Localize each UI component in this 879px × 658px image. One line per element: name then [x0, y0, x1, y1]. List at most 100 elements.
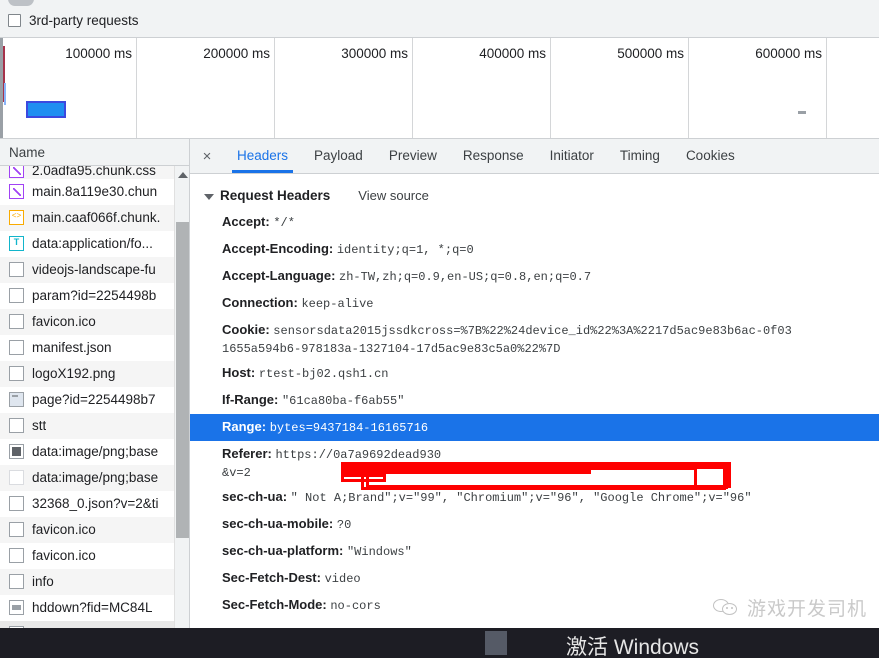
list-item[interactable]: videojs-landscape-fu: [0, 257, 189, 283]
close-icon[interactable]: ×: [190, 139, 224, 173]
chevron-down-icon[interactable]: [204, 193, 214, 200]
header-value-continuation: 1655a594b6-978183a-1327104-17d5ac9e83c5a…: [222, 342, 561, 356]
devtools-network-panel: l, inv, img, m, font, doc, ws, wasm, man…: [0, 0, 879, 658]
list-item[interactable]: data:image/png;base: [0, 465, 189, 491]
list-item[interactable]: hddown?fid=MC84L: [0, 595, 189, 621]
taskbar-item: [485, 631, 507, 655]
headers-scroll-area[interactable]: Request Headers View source Accept: */* …: [190, 174, 879, 658]
header-row[interactable]: Accept-Language: zh-TW,zh;q=0.9,en-US;q=…: [190, 263, 879, 290]
request-list-header[interactable]: Name: [0, 139, 189, 166]
third-party-label: 3rd-party requests: [29, 13, 139, 28]
header-key: Connection:: [222, 295, 298, 310]
timeline-tick: 500000 ms: [551, 38, 689, 138]
header-value: "61ca80ba-f6ab55": [281, 394, 405, 408]
header-value-continuation: &v=2: [222, 466, 251, 480]
request-name: page?id=2254498b7: [32, 392, 156, 407]
script-icon: <>: [9, 210, 24, 225]
request-name: favicon.ico: [32, 522, 96, 537]
request-type-toggle[interactable]: [8, 0, 34, 6]
list-item[interactable]: page?id=2254498b7: [0, 387, 189, 413]
list-item[interactable]: <> main.caaf066f.chunk.: [0, 205, 189, 231]
header-value-tail: 0a7a9692dead930: [333, 448, 442, 462]
tab-preview[interactable]: Preview: [376, 139, 450, 173]
tab-payload[interactable]: Payload: [301, 139, 376, 173]
timeline-tick-label: 200000 ms: [203, 46, 270, 61]
header-row[interactable]: If-Range: "61ca80ba-f6ab55": [190, 387, 879, 414]
tab-initiator[interactable]: Initiator: [537, 139, 607, 173]
generic-icon: [9, 366, 24, 381]
request-name: param?id=2254498b: [32, 288, 157, 303]
list-item[interactable]: manifest.json: [0, 335, 189, 361]
header-row[interactable]: Accept: */*: [190, 209, 879, 236]
activate-windows-text: 激活 Windows: [566, 636, 700, 658]
list-item[interactable]: favicon.ico: [0, 309, 189, 335]
request-list[interactable]: 2.0adfa95.chunk.css main.8a119e30.chun <…: [0, 166, 189, 658]
image-white-icon: [9, 470, 24, 485]
scrollbar-thumb[interactable]: [176, 222, 189, 538]
header-row[interactable]: Cookie: sensorsdata2015jssdkcross=%7B%22…: [190, 317, 879, 340]
tab-timing[interactable]: Timing: [607, 139, 673, 173]
generic-icon: [9, 522, 24, 537]
header-row[interactable]: sec-ch-ua: " Not A;Brand";v="99", "Chrom…: [190, 484, 879, 511]
header-key: Range:: [222, 419, 267, 434]
view-source-link[interactable]: View source: [358, 188, 429, 203]
generic-icon: [9, 262, 24, 277]
list-item[interactable]: favicon.ico: [0, 517, 189, 543]
header-key: If-Range:: [222, 392, 279, 407]
list-item[interactable]: 2.0adfa95.chunk.css: [0, 166, 189, 179]
list-item[interactable]: main.8a119e30.chun: [0, 179, 189, 205]
request-list-scrollbar[interactable]: [174, 166, 189, 658]
third-party-requests-checkbox-row[interactable]: 3rd-party requests: [8, 13, 139, 28]
header-value: https://: [275, 448, 334, 462]
list-item[interactable]: stt: [0, 413, 189, 439]
tab-headers[interactable]: Headers: [224, 139, 301, 173]
section-title-text: Request Headers: [220, 188, 331, 203]
third-party-checkbox[interactable]: [8, 14, 21, 27]
tab-cookies[interactable]: Cookies: [673, 139, 748, 173]
request-name: 2.0adfa95.chunk.css: [32, 166, 156, 178]
header-row-selected[interactable]: Range: bytes=9437184-16165716: [190, 414, 879, 441]
list-item[interactable]: info: [0, 569, 189, 595]
list-item[interactable]: data:image/png;base: [0, 439, 189, 465]
overview-timeline[interactable]: 100000 ms 200000 ms 300000 ms 400000 ms …: [0, 38, 879, 139]
list-item[interactable]: logoX192.png: [0, 361, 189, 387]
request-name: logoX192.png: [32, 366, 116, 381]
list-item[interactable]: param?id=2254498b: [0, 283, 189, 309]
timeline-tick: 400000 ms: [413, 38, 551, 138]
request-name: info: [32, 574, 54, 589]
list-item[interactable]: T data:application/fo...: [0, 231, 189, 257]
header-value: "Windows": [346, 545, 412, 559]
timeline-tick: 100000 ms: [0, 38, 137, 138]
header-key: Host:: [222, 365, 256, 380]
request-name: 32368_0.json?v=2&ti: [32, 496, 159, 511]
header-value: " Not A;Brand";v="99", "Chromium";v="96"…: [290, 491, 752, 505]
timeline-tick-label: 400000 ms: [479, 46, 546, 61]
list-item[interactable]: 32368_0.json?v=2&ti: [0, 491, 189, 517]
stylesheet-icon: [9, 166, 24, 178]
request-name: main.8a119e30.chun: [32, 184, 158, 199]
request-name: data:application/fo...: [32, 236, 153, 251]
header-row[interactable]: Sec-Fetch-Dest: video: [190, 565, 879, 592]
list-item[interactable]: favicon.ico: [0, 543, 189, 569]
timeline-selection-window[interactable]: [26, 101, 66, 118]
request-headers-section[interactable]: Request Headers View source: [190, 182, 879, 209]
header-value: video: [324, 572, 361, 586]
request-list-panel: Name 2.0adfa95.chunk.css main.8a119e30.c…: [0, 139, 190, 658]
header-value: ?0: [336, 518, 352, 532]
header-key: Accept-Encoding:: [222, 241, 334, 256]
header-key: sec-ch-ua:: [222, 489, 288, 504]
header-row[interactable]: sec-ch-ua-platform: "Windows": [190, 538, 879, 565]
header-row[interactable]: Accept-Encoding: identity;q=1, *;q=0: [190, 236, 879, 263]
watermark-text: 游戏开发司机: [746, 599, 867, 620]
request-name: favicon.ico: [32, 314, 96, 329]
header-row[interactable]: Connection: keep-alive: [190, 290, 879, 317]
request-name: favicon.ico: [32, 548, 96, 563]
tab-response[interactable]: Response: [450, 139, 537, 173]
request-name: videojs-landscape-fu: [32, 262, 156, 277]
request-name: manifest.json: [32, 340, 112, 355]
header-row[interactable]: Host: rtest-bj02.qsh1.cn: [190, 360, 879, 387]
request-name: stt: [32, 418, 47, 433]
header-row[interactable]: Referer: https://0a7a9692dead930: [190, 441, 879, 464]
header-row[interactable]: sec-ch-ua-mobile: ?0: [190, 511, 879, 538]
scroll-up-arrow-icon[interactable]: [178, 172, 188, 178]
